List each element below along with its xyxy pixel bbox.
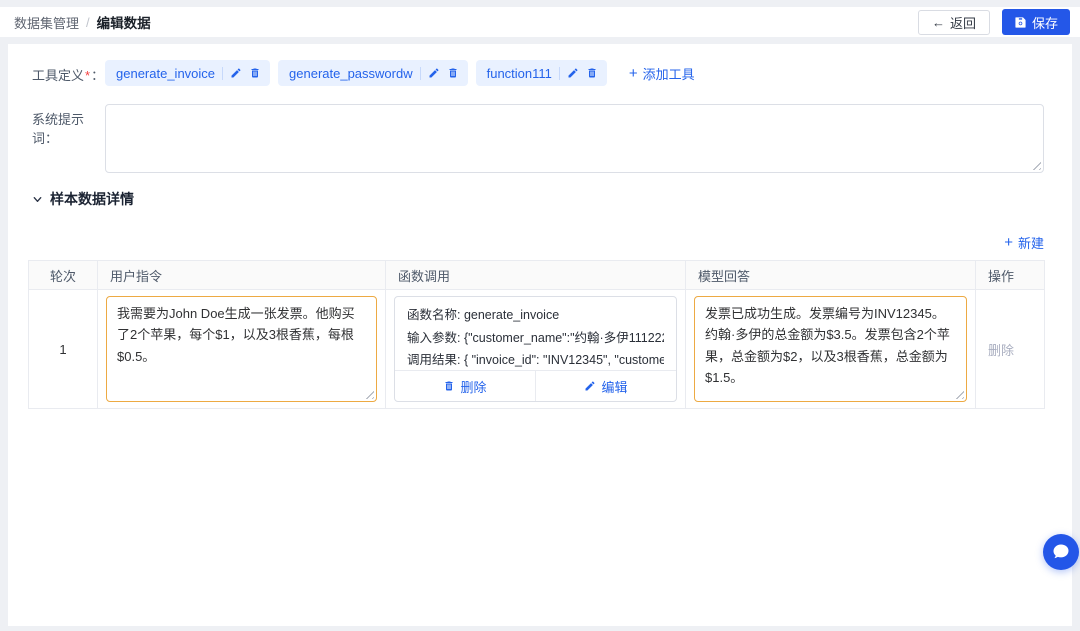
model-answer-cell: 发票已成功生成。发票编号为INV12345。约翰·多伊的总金额为$3.5。发票包… (686, 290, 976, 409)
table-header-row: 轮次 用户指令 函数调用 模型回答 操作 (29, 261, 1045, 290)
tool-tag-generate-passwordw: generate_passwordw (278, 60, 468, 86)
table-row: 1 我需要为John Doe生成一张发票。他购买了2个苹果，每个$1，以及3根香… (29, 290, 1045, 409)
sample-data-table: 轮次 用户指令 函数调用 模型回答 操作 1 我需要为John Doe生成一张发… (28, 260, 1045, 409)
add-tool-button[interactable]: + 添加工具 (629, 64, 695, 83)
column-header-round: 轮次 (29, 261, 98, 290)
table-toolbar: + 新建 (32, 233, 1044, 252)
page-title: 编辑数据 (97, 12, 151, 32)
delete-function-call-label: 删除 (460, 377, 486, 396)
breadcrumb-separator: / (86, 15, 90, 30)
tool-tags-list: generate_invoice generate_passwordw (105, 60, 695, 86)
column-header-model-answer: 模型回答 (686, 261, 976, 290)
pencil-icon (584, 380, 596, 392)
model-answer-input[interactable]: 发票已成功生成。发票编号为INV12345。约翰·多伊的总金额为$3.5。发票包… (694, 296, 967, 402)
tool-tag-label: generate_invoice (116, 66, 215, 81)
content-card: 工具定义*： generate_invoice generate_passwor… (8, 44, 1072, 626)
tool-tag-label: function111 (487, 66, 552, 81)
delete-row-button[interactable]: 删除 (988, 340, 1014, 359)
function-call-details: 函数名称: generate_invoice 输入参数: {"customer_… (395, 297, 676, 370)
edit-tool-icon[interactable] (230, 67, 242, 79)
sample-data-section-toggle[interactable]: 样本数据详情 (32, 189, 1044, 209)
assistant-float-button[interactable] (1043, 534, 1079, 570)
edit-function-call-button[interactable]: 编辑 (535, 371, 676, 401)
save-icon (1014, 16, 1027, 29)
new-row-button-label: 新建 (1018, 233, 1044, 252)
edit-function-call-label: 编辑 (601, 377, 627, 396)
model-answer-field-wrap: 发票已成功生成。发票编号为INV12345。约翰·多伊的总金额为$3.5。发票包… (694, 296, 967, 402)
user-instruction-field-wrap: 我需要为John Doe生成一张发票。他购买了2个苹果，每个$1，以及3根香蕉，… (106, 296, 377, 402)
tool-definition-label: 工具定义*： (32, 60, 105, 84)
label-colon: ： (45, 131, 58, 146)
new-row-button[interactable]: + 新建 (1004, 233, 1044, 252)
tag-divider (222, 67, 223, 80)
user-instruction-cell: 我需要为John Doe生成一张发票。他购买了2个苹果，每个$1，以及3根香蕉，… (98, 290, 386, 409)
delete-tool-icon[interactable] (586, 67, 598, 79)
function-call-cell: 函数名称: generate_invoice 输入参数: {"customer_… (386, 290, 686, 409)
system-prompt-label: 系统提示词： (32, 104, 105, 147)
function-call-card: 函数名称: generate_invoice 输入参数: {"customer_… (394, 296, 677, 402)
breadcrumb: 数据集管理 / 编辑数据 (14, 12, 918, 32)
row-actions-cell: 删除 (976, 290, 1045, 409)
chat-bubble-icon (1051, 542, 1071, 562)
function-params-line: 输入参数: {"customer_name":"约翰·多伊111222","i.… (407, 327, 664, 350)
round-cell: 1 (29, 290, 98, 409)
system-prompt-field-wrap (105, 104, 1044, 173)
sample-data-section-title: 样本数据详情 (50, 189, 134, 209)
trash-icon (443, 380, 455, 392)
tool-tag-label: generate_passwordw (289, 66, 413, 81)
tag-divider (559, 67, 560, 80)
system-prompt-row: 系统提示词： (32, 104, 1044, 173)
breadcrumb-dataset-management[interactable]: 数据集管理 (14, 13, 79, 32)
system-prompt-input[interactable] (105, 104, 1044, 173)
back-button-label: 返回 (950, 13, 976, 32)
delete-function-call-button[interactable]: 删除 (395, 371, 535, 401)
arrow-left-icon: ← (932, 15, 945, 30)
label-colon: ： (91, 68, 104, 83)
required-mark: * (85, 68, 90, 83)
tool-definition-label-text: 工具定义 (32, 68, 84, 83)
plus-icon: + (1004, 235, 1013, 250)
tag-divider (420, 67, 421, 80)
column-header-function-call: 函数调用 (386, 261, 686, 290)
tool-tag-generate-invoice: generate_invoice (105, 60, 270, 86)
function-call-actions: 删除 编辑 (395, 370, 676, 401)
user-instruction-input[interactable]: 我需要为John Doe生成一张发票。他购买了2个苹果，每个$1，以及3根香蕉，… (106, 296, 377, 402)
column-header-user-instruction: 用户指令 (98, 261, 386, 290)
save-button[interactable]: 保存 (1002, 9, 1070, 35)
edit-tool-icon[interactable] (428, 67, 440, 79)
tool-definition-row: 工具定义*： generate_invoice generate_passwor… (32, 60, 1044, 86)
tool-tag-function111: function111 (476, 60, 607, 86)
delete-tool-icon[interactable] (447, 67, 459, 79)
back-button[interactable]: ← 返回 (918, 10, 990, 35)
chevron-down-icon (32, 194, 43, 205)
column-header-actions: 操作 (976, 261, 1045, 290)
edit-tool-icon[interactable] (567, 67, 579, 79)
plus-icon: + (629, 66, 638, 81)
delete-tool-icon[interactable] (249, 67, 261, 79)
edit-data-page: { "colors": { "primary": "#2463eb", "tag… (0, 0, 1080, 631)
function-name-line: 函数名称: generate_invoice (407, 304, 664, 327)
add-tool-label: 添加工具 (643, 64, 695, 83)
function-result-line: 调用结果: { "invoice_id": "INV12345", "custo… (407, 349, 664, 370)
header-actions: ← 返回 保存 (918, 9, 1070, 35)
save-button-label: 保存 (1032, 13, 1058, 32)
top-bar: 数据集管理 / 编辑数据 ← 返回 保存 (0, 7, 1080, 37)
